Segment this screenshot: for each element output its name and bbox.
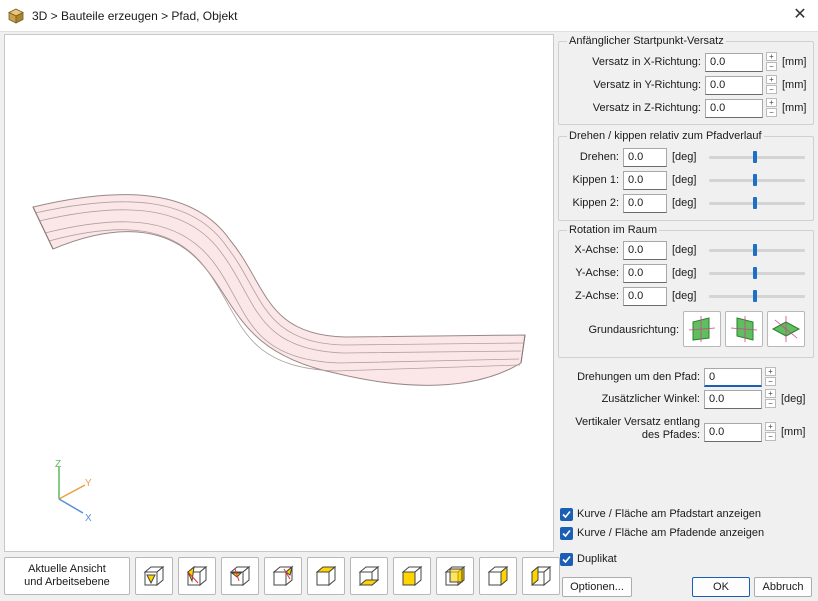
tilt1-slider[interactable] <box>709 174 805 186</box>
offset-y-label: Versatz in Y-Richtung: <box>593 79 701 91</box>
vertical-offset-field[interactable]: 0.0 <box>704 422 762 442</box>
rotate-tilt-group: Drehen / kippen relativ zum Pfadverlauf … <box>558 130 814 221</box>
show-end-checkbox[interactable]: Kurve / Fläche am Pfadende anzeigen <box>560 525 764 541</box>
y-axis-unit: [deg] <box>672 267 697 279</box>
orientation-yz-icon[interactable] <box>725 311 763 347</box>
duplicate-checkbox[interactable]: Duplikat <box>560 551 617 567</box>
x-axis-field[interactable]: 0.0 <box>623 240 667 260</box>
axis-triad: Z Y X <box>55 459 92 524</box>
vertical-offset-label: Vertikaler Versatz entlang des Pfades: <box>575 416 700 441</box>
x-axis-label: X-Achse: <box>574 244 619 256</box>
offset-y-field[interactable]: 0.0 <box>705 75 763 95</box>
options-button[interactable]: Optionen... <box>562 577 632 597</box>
offset-z-unit: [mm] <box>782 102 807 114</box>
axis-y-label: Y <box>85 478 92 489</box>
checkmark-icon <box>560 526 573 540</box>
z-axis-label: Z-Achse: <box>574 290 619 302</box>
rotate-slider[interactable] <box>709 151 805 163</box>
additional-angle-label: Zusätzlicher Winkel: <box>601 393 700 405</box>
axis-z-label: Z <box>55 459 61 470</box>
additional-angle-field[interactable]: 0.0 <box>704 389 762 409</box>
tilt2-slider[interactable] <box>709 197 805 209</box>
y-axis-slider[interactable] <box>709 267 805 279</box>
x-axis-unit: [deg] <box>672 244 697 256</box>
checkmark-icon <box>560 552 573 566</box>
offset-z-field[interactable]: 0.0 <box>705 98 763 118</box>
view-cube-icon-5[interactable] <box>307 557 345 595</box>
z-axis-slider[interactable] <box>709 290 805 302</box>
rotate-tilt-title: Drehen / kippen relativ zum Pfadverlauf <box>567 130 764 142</box>
z-axis-unit: [deg] <box>672 290 697 302</box>
offset-x-label: Versatz in X-Richtung: <box>592 56 701 68</box>
current-view-button[interactable]: Aktuelle Ansicht und Arbeitsebene <box>4 557 130 595</box>
view-cube-icon-3[interactable] <box>221 557 259 595</box>
offset-x-unit: [mm] <box>782 56 807 68</box>
y-axis-field[interactable]: 0.0 <box>623 263 667 283</box>
rotation-space-title: Rotation im Raum <box>567 224 660 236</box>
tilt1-label: Kippen 1: <box>572 174 619 186</box>
view-toolbar: Aktuelle Ansicht und Arbeitsebene <box>4 557 560 597</box>
start-offset-title: Anfänglicher Startpunkt-Versatz <box>567 35 726 47</box>
view-cube-icon-7[interactable] <box>393 557 431 595</box>
offset-x-field[interactable]: 0.0 <box>705 52 763 72</box>
x-axis-slider[interactable] <box>709 244 805 256</box>
view-cube-icon-4[interactable] <box>264 557 302 595</box>
path-rotations-field[interactable]: 0 <box>704 367 762 387</box>
offset-x-spinner[interactable]: + − <box>766 52 777 72</box>
show-start-checkbox[interactable]: Kurve / Fläche am Pfadstart anzeigen <box>560 506 761 522</box>
rotate-field[interactable]: 0.0 <box>623 147 667 167</box>
tilt1-field[interactable]: 0.0 <box>623 170 667 190</box>
view-cube-icon-6[interactable] <box>350 557 388 595</box>
view-cube-icon-9[interactable] <box>479 557 517 595</box>
rotation-space-group: Rotation im Raum X-Achse: 0.0 [deg] Y-Ac… <box>558 224 814 358</box>
rotate-unit: [deg] <box>672 151 697 163</box>
title-bar: 3D > Bauteile erzeugen > Pfad, Objekt ✕ <box>0 0 818 32</box>
offset-z-spinner[interactable]: + − <box>766 98 777 118</box>
base-orientation-label: Grundausrichtung: <box>588 324 680 336</box>
path-rotations-label: Drehungen um den Pfad: <box>577 371 700 383</box>
checkmark-icon <box>560 507 573 521</box>
path-object-preview: Z Y X <box>32 194 526 524</box>
start-offset-group: Anfänglicher Startpunkt-Versatz Versatz … <box>558 35 814 125</box>
tilt2-unit: [deg] <box>672 197 697 209</box>
cube-icon <box>8 8 24 24</box>
orientation-xy-icon[interactable] <box>767 311 805 347</box>
z-axis-field[interactable]: 0.0 <box>623 286 667 306</box>
offset-y-unit: [mm] <box>782 79 807 91</box>
tilt2-label: Kippen 2: <box>572 197 619 209</box>
window-title: 3D > Bauteile erzeugen > Pfad, Objekt <box>32 8 238 23</box>
close-icon[interactable]: ✕ <box>792 7 808 23</box>
rotate-label: Drehen: <box>579 151 619 163</box>
y-axis-label: Y-Achse: <box>575 267 619 279</box>
cancel-button[interactable]: Abbruch <box>754 577 812 597</box>
axis-x-label: X <box>85 513 92 524</box>
additional-angle-spinner[interactable]: + − <box>765 389 776 409</box>
vertical-offset-unit: [mm] <box>781 426 806 438</box>
view-cube-icon-2[interactable] <box>178 557 216 595</box>
path-rotations-spinner[interactable]: + − <box>765 367 776 387</box>
view-cube-icon-10[interactable] <box>522 557 560 595</box>
view-cube-icon-1[interactable] <box>135 557 173 595</box>
tilt1-unit: [deg] <box>672 174 697 186</box>
orientation-xz-icon[interactable] <box>683 311 721 347</box>
offset-y-spinner[interactable]: + − <box>766 75 777 95</box>
vertical-offset-spinner[interactable]: + − <box>765 422 776 442</box>
offset-z-label: Versatz in Z-Richtung: <box>592 102 701 114</box>
additional-angle-unit: [deg] <box>781 393 806 405</box>
tilt2-field[interactable]: 0.0 <box>623 193 667 213</box>
3d-viewport[interactable]: Z Y X <box>4 34 554 552</box>
view-cube-icon-8[interactable] <box>436 557 474 595</box>
ok-button[interactable]: OK <box>692 577 750 597</box>
